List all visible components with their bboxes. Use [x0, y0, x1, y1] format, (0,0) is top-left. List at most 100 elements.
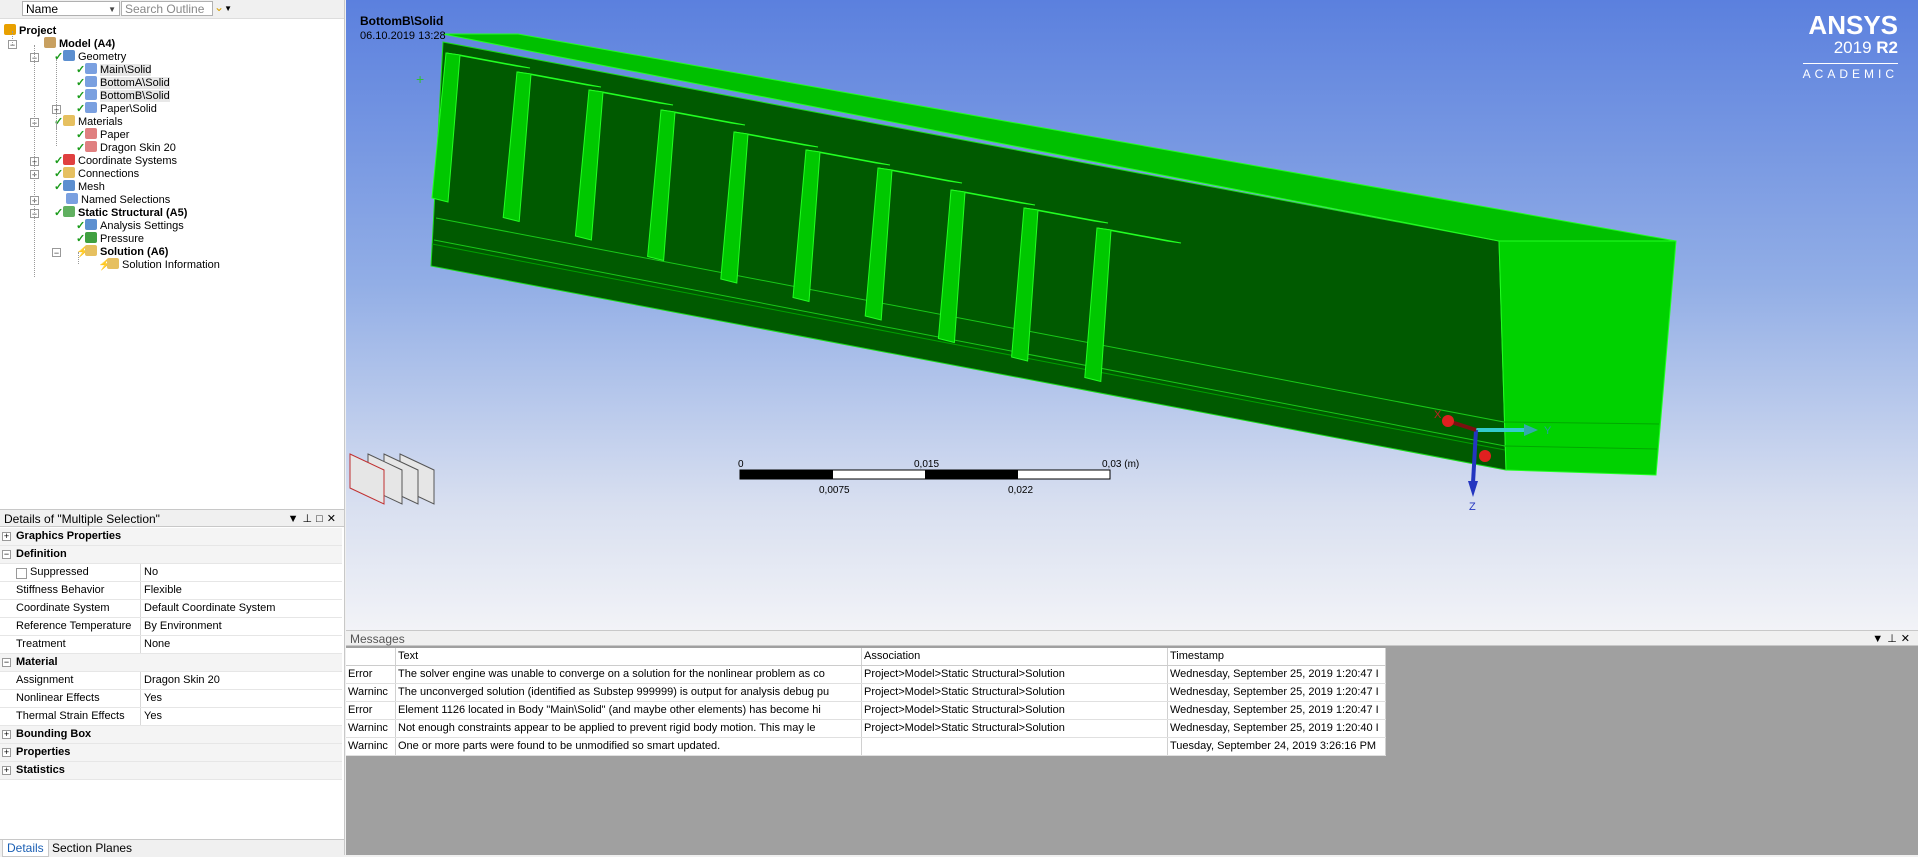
message-row[interactable]: Error Element 1126 located in Body "Main\… — [346, 702, 1386, 720]
details-value[interactable]: Dragon Skin 20 — [144, 672, 220, 689]
details-value[interactable]: Flexible — [144, 582, 182, 599]
section-planes-icon[interactable] — [346, 452, 442, 512]
messages-title: Messages — [350, 632, 405, 646]
logo-year: 2019 — [1833, 38, 1872, 57]
search-placeholder: Search Outline — [125, 2, 205, 16]
logo-edition: ACADEMIC — [1802, 63, 1898, 81]
messages-header-row: Text Association Timestamp — [346, 648, 1386, 666]
viewport-title: BottomB\Solid — [360, 14, 444, 28]
details-key: Suppressed — [16, 564, 141, 581]
cursor-cross-icon: + — [416, 71, 425, 87]
message-text: One or more parts were found to be unmod… — [396, 738, 862, 755]
left-panel: Name ▼ Search Outline ⌄▼ Project Model (A… — [0, 0, 345, 857]
details-section[interactable]: + Graphics Properties — [0, 528, 342, 546]
message-time: Wednesday, September 25, 2019 1:20:47 I — [1168, 666, 1386, 683]
model-geometry[interactable] — [346, 0, 1918, 630]
details-section-label: Statistics — [16, 764, 65, 776]
tree-node-label: Solution Information — [122, 259, 220, 271]
details-title: Details of "Multiple Selection" — [4, 512, 160, 526]
expand-icon[interactable]: + — [2, 532, 11, 541]
details-section-label: Material — [16, 656, 58, 668]
details-value[interactable]: Yes — [144, 708, 162, 725]
collapse-icon[interactable]: − — [52, 248, 61, 258]
tree-node-icon — [63, 180, 75, 191]
details-row[interactable]: Reference Temperature By Environment — [0, 618, 342, 636]
close-icon[interactable]: ✕ — [327, 513, 340, 525]
expand-icon[interactable]: + — [2, 730, 11, 739]
messages-panel: Messages ▼⊥✕ Text Association Timestamp … — [346, 630, 1918, 855]
details-section[interactable]: + Statistics — [0, 762, 342, 780]
details-value[interactable]: Yes — [144, 690, 162, 707]
message-row[interactable]: Error The solver engine was unable to con… — [346, 666, 1386, 684]
message-assoc — [862, 738, 1168, 755]
name-combo[interactable]: Name ▼ — [22, 1, 120, 16]
axis-triad[interactable]: X Y Z — [1426, 405, 1566, 515]
tree-node-icon — [85, 63, 97, 74]
checkmark-icon: ✓ — [54, 181, 64, 193]
tree-node-icon — [85, 219, 97, 230]
message-type: Error — [346, 702, 396, 719]
maximize-icon[interactable]: □ — [316, 513, 327, 525]
logo-brand: ANSYS — [1808, 10, 1898, 40]
dropdown-icon[interactable]: ▼ — [288, 513, 303, 525]
details-section[interactable]: + Bounding Box — [0, 726, 342, 744]
details-section[interactable]: − Definition — [0, 546, 342, 564]
text-header[interactable]: Text — [396, 648, 862, 665]
tree-node-icon — [63, 154, 75, 165]
details-row[interactable]: Treatment None — [0, 636, 342, 654]
association-header[interactable]: Association — [862, 648, 1168, 665]
details-title-bar: Details of "Multiple Selection" ▼⊥□✕ — [0, 509, 344, 527]
message-assoc: Project>Model>Static Structural>Solution — [862, 720, 1168, 737]
details-row[interactable]: Suppressed No — [0, 564, 342, 582]
details-row[interactable]: Assignment Dragon Skin 20 — [0, 672, 342, 690]
pin-icon[interactable]: ⊥ — [303, 513, 317, 525]
filter-icon[interactable]: ⌄▼ — [214, 0, 244, 17]
logo-release: R2 — [1876, 38, 1898, 57]
details-row[interactable]: Nonlinear Effects Yes — [0, 690, 342, 708]
tree-node-icon — [85, 245, 97, 256]
message-row[interactable]: Warninc One or more parts were found to b… — [346, 738, 1386, 756]
tree-node-icon — [85, 232, 97, 243]
details-value[interactable]: No — [144, 564, 158, 581]
details-panel: Details of "Multiple Selection" ▼⊥□✕ + Gr… — [0, 509, 344, 839]
graphics-viewport[interactable]: + BottomB\Solid 06.10.2019 13:28 ANSYS 2… — [346, 0, 1918, 630]
details-row[interactable]: Thermal Strain Effects Yes — [0, 708, 342, 726]
message-row[interactable]: Warninc The unconverged solution (identif… — [346, 684, 1386, 702]
tab-section-planes[interactable]: Section Planes — [48, 840, 136, 856]
messages-table: Text Association Timestamp Error The solv… — [346, 648, 1386, 756]
details-value[interactable]: Default Coordinate System — [144, 600, 275, 617]
tree-node-icon — [85, 76, 97, 87]
details-value[interactable]: By Environment — [144, 618, 222, 635]
tree-connector — [56, 59, 57, 129]
details-section[interactable]: − Material — [0, 654, 342, 672]
message-text: The unconverged solution (identified as … — [396, 684, 862, 701]
messages-title-bar: Messages ▼⊥✕ — [346, 630, 1918, 646]
collapse-icon[interactable]: − — [2, 550, 11, 559]
tree-node-icon — [85, 141, 97, 152]
dropdown-icon[interactable]: ▼ — [1872, 633, 1887, 645]
timestamp-header[interactable]: Timestamp — [1168, 648, 1386, 665]
tree-node-icon — [66, 193, 78, 204]
name-combo-label: Name — [26, 2, 59, 16]
message-row[interactable]: Warninc Not enough constraints appear to … — [346, 720, 1386, 738]
tree-node-icon — [63, 167, 75, 178]
details-row[interactable]: Coordinate System Default Coordinate Syst… — [0, 600, 342, 618]
pin-icon[interactable]: ⊥ — [1887, 633, 1901, 645]
details-key: Nonlinear Effects — [16, 690, 141, 707]
close-icon[interactable]: ✕ — [1901, 633, 1914, 645]
message-time: Tuesday, September 24, 2019 3:26:16 PM — [1168, 738, 1386, 755]
details-section-label: Definition — [16, 548, 67, 560]
expand-icon[interactable]: + — [2, 748, 11, 757]
expand-icon[interactable]: + — [2, 766, 11, 775]
details-key: Treatment — [16, 636, 141, 653]
details-value[interactable]: None — [144, 636, 170, 653]
search-outline-input[interactable]: Search Outline — [121, 1, 213, 16]
tree-node-icon — [85, 89, 97, 100]
tree-node[interactable]: ⚡ Solution Information — [98, 257, 220, 273]
details-row[interactable]: Stiffness Behavior Flexible — [0, 582, 342, 600]
details-section[interactable]: + Properties — [0, 744, 342, 762]
details-key: Stiffness Behavior — [16, 582, 141, 599]
collapse-icon[interactable]: − — [2, 658, 11, 667]
tab-details[interactable]: Details — [2, 840, 49, 857]
details-key: Assignment — [16, 672, 141, 689]
